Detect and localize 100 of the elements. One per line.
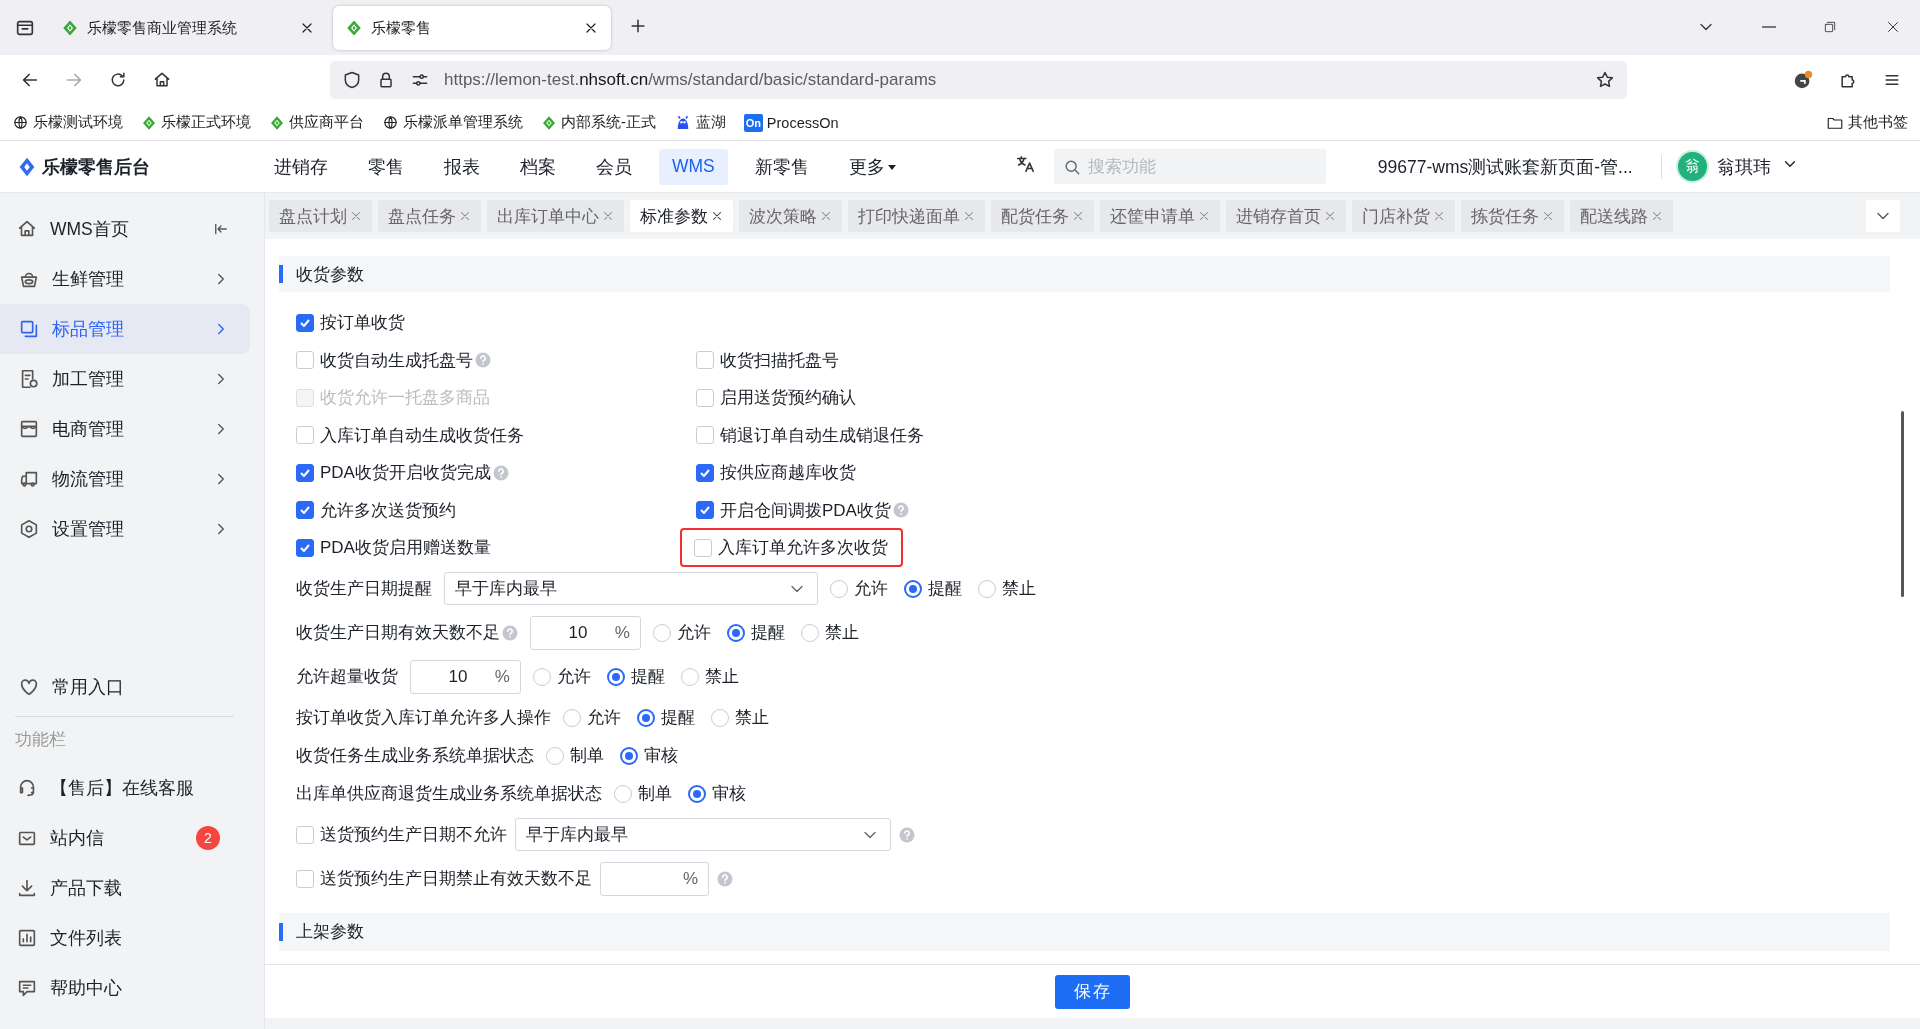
radio-label: 提醒 — [631, 666, 665, 688]
checkbox[interactable] — [296, 538, 314, 557]
check-icon — [300, 543, 310, 552]
sidebar-item[interactable]: 标品管理 — [0, 304, 250, 354]
close-icon — [1197, 209, 1211, 223]
radio-button[interactable] — [637, 708, 655, 727]
close-icon — [601, 209, 615, 223]
app-title: 乐檬零售后台 — [42, 155, 150, 179]
checkbox[interactable] — [296, 463, 314, 482]
help-icon[interactable] — [717, 870, 733, 887]
sidebar-item[interactable]: WMS首页 — [0, 204, 250, 254]
bookmark-link[interactable]: 供应商平台 — [289, 113, 364, 132]
sidebar-item[interactable]: 文件列表 — [0, 913, 250, 963]
page-tab[interactable]: 门店补货 — [1352, 200, 1455, 232]
sidebar-item[interactable]: 帮助中心 — [0, 963, 250, 1013]
help-icon[interactable] — [502, 624, 518, 641]
checkbox-label: 收货允许一托盘多商品 — [320, 387, 490, 410]
setting-label: 收货生产日期提醒 — [296, 578, 432, 600]
page-tab[interactable]: 还筐申请单 — [1100, 200, 1220, 232]
home-icon — [152, 70, 172, 90]
radio-button[interactable] — [607, 667, 625, 686]
radio-button[interactable] — [727, 623, 745, 642]
profile-icon[interactable] — [1792, 69, 1814, 91]
section-label: 功能栏 — [14, 729, 67, 750]
page-tab[interactable]: 配货任务 — [991, 200, 1094, 232]
bookmark-link[interactable]: 其他书签 — [1848, 113, 1908, 132]
input-field[interactable]: % — [600, 861, 709, 896]
menu-item-icon — [18, 518, 40, 540]
browser-tab[interactable]: 乐檬零售商业管理系统 — [49, 6, 327, 50]
nav-tab[interactable]: 进销存 — [261, 148, 341, 185]
minimize-icon[interactable] — [1762, 26, 1776, 28]
checkbox-label: 收货自动生成托盘号 — [320, 349, 473, 372]
nav-tab[interactable]: 新零售 — [741, 148, 822, 185]
help-icon[interactable] — [492, 464, 509, 481]
close-icon — [458, 209, 472, 223]
nav-tab[interactable]: 报表 — [431, 148, 493, 185]
browser-tab[interactable]: 乐檬零售 — [333, 6, 611, 50]
nav-tab[interactable]: 会员 — [583, 148, 645, 185]
radio-label: 禁止 — [705, 666, 739, 688]
checkbox[interactable] — [296, 501, 314, 520]
bookmark-link[interactable]: 乐檬测试环境 — [33, 113, 123, 132]
radio-label: 允许 — [677, 622, 711, 644]
bookmark-link[interactable]: 乐檬正式环境 — [161, 113, 251, 132]
sidebar-item[interactable]: 【售后】在线客服 — [0, 763, 250, 813]
checkbox[interactable] — [696, 463, 714, 482]
page-tab[interactable]: 出库订单中心 — [487, 200, 624, 232]
globe-icon — [382, 114, 399, 131]
page-tab[interactable]: 配送线路 — [1570, 200, 1673, 232]
select-field[interactable]: 早于库内最早 — [444, 572, 818, 605]
user-name[interactable]: 翁琪玮 — [1716, 154, 1771, 179]
nav-tab[interactable]: 更多 — [835, 148, 910, 185]
bookmark-link[interactable]: 蓝湖 — [695, 113, 726, 132]
nav-tab[interactable]: WMS — [659, 148, 728, 185]
bookmark-link[interactable]: 乐檬派单管理系统 — [403, 113, 523, 132]
select-field[interactable]: 早于库内最早 — [515, 818, 891, 851]
nav-tab[interactable]: 零售 — [355, 148, 417, 185]
page-tab[interactable]: 盘点任务 — [378, 200, 481, 232]
radio-label: 制单 — [638, 783, 672, 805]
radio-button[interactable] — [688, 784, 706, 803]
page-tab[interactable]: 进销存首页 — [1226, 200, 1346, 232]
checkbox-label: 按供应商越库收货 — [720, 462, 856, 485]
close-icon — [1541, 209, 1555, 223]
page-tab[interactable]: 标准参数 — [630, 200, 733, 232]
page-tab[interactable]: 拣货任务 — [1461, 200, 1564, 232]
sidebar-item[interactable]: 常用入口 — [0, 662, 250, 712]
sidebar-item[interactable]: 电商管理 — [0, 404, 250, 454]
sidebar-item[interactable]: 产品下载 — [0, 863, 250, 913]
help-icon[interactable] — [475, 352, 491, 369]
checkbox[interactable] — [696, 501, 714, 520]
page-tab[interactable]: 打印快递面单 — [848, 200, 985, 232]
bookmark-link[interactable]: 内部系统-正式 — [561, 113, 656, 132]
save-button[interactable]: 保存 — [1055, 974, 1130, 1009]
radio-button[interactable] — [620, 746, 638, 765]
address-bar[interactable]: https://lemon-test.nhsoft.cn/wms/standard/basic/standard-params — [330, 61, 1627, 99]
page-tab[interactable]: 波次策略 — [739, 200, 842, 232]
sidebar-item[interactable]: 站内信 2 — [0, 813, 250, 863]
help-icon[interactable] — [892, 502, 909, 519]
menu-item-icon — [18, 418, 40, 440]
help-icon[interactable] — [899, 826, 915, 843]
input-field[interactable]: 10 % — [410, 659, 521, 694]
radio-label: 制单 — [570, 745, 604, 767]
sidebar-item[interactable]: 加工管理 — [0, 354, 250, 404]
setting-label: 按订单收货入库订单允许多人操作 — [296, 707, 551, 729]
radio-label: 允许 — [557, 666, 591, 688]
sidebar-item[interactable]: 设置管理 — [0, 504, 250, 554]
check-icon — [300, 468, 310, 477]
check-icon — [700, 468, 710, 477]
check-icon — [700, 506, 710, 515]
bookmark-link[interactable]: ProcessOn — [766, 114, 839, 131]
close-icon — [1071, 209, 1085, 223]
scrollbar-thumb[interactable] — [1901, 411, 1904, 597]
account-name[interactable]: 99677-wms测试账套新页面-管... — [1377, 154, 1633, 179]
sidebar-item[interactable]: 物流管理 — [0, 454, 250, 504]
checkbox-label: 按订单收货 — [320, 312, 405, 335]
checkbox[interactable] — [296, 313, 314, 332]
page-tab[interactable]: 盘点计划 — [269, 200, 372, 232]
nav-tab[interactable]: 档案 — [507, 148, 569, 185]
input-field[interactable]: 10 % — [530, 615, 641, 650]
sidebar-item[interactable]: 生鲜管理 — [0, 254, 250, 304]
radio-button[interactable] — [904, 579, 922, 598]
